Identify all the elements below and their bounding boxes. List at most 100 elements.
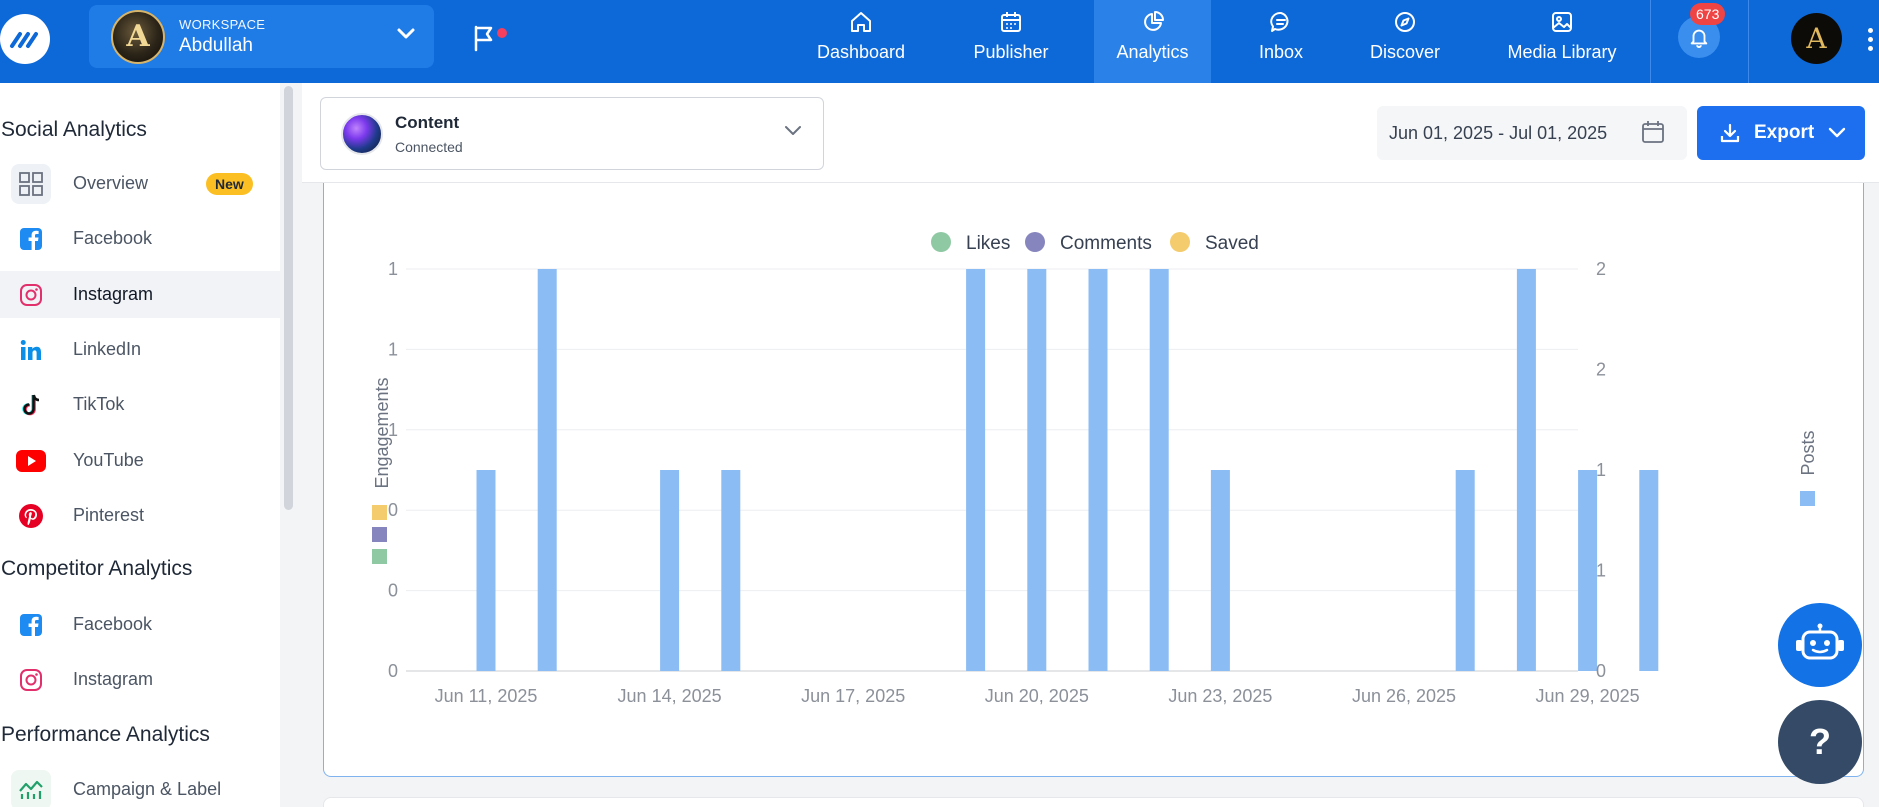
- sidebar-heading-performance: Performance Analytics: [1, 723, 210, 746]
- legend-swatch-likes: [931, 232, 951, 252]
- y-left-swatch-comments: [372, 527, 387, 542]
- pinterest-icon: [11, 496, 51, 536]
- chat-icon: [1270, 11, 1289, 32]
- y-left-swatch-saved: [372, 505, 387, 520]
- sidebar-item-label: Facebook: [73, 614, 153, 634]
- sidebar-item-campaign-label[interactable]: Campaign & Label: [0, 766, 280, 807]
- export-button[interactable]: Export: [1697, 106, 1865, 160]
- sidebar-item-overview[interactable]: Overview New: [0, 160, 280, 207]
- posts-bar[interactable]: [1027, 269, 1047, 671]
- posts-bar[interactable]: [537, 269, 557, 671]
- sidebar-item-label: Instagram: [73, 284, 154, 304]
- sidebar-item-label: YouTube: [73, 450, 144, 470]
- y-left-tick-label: 1: [388, 420, 398, 440]
- nav-label: Dashboard: [816, 42, 906, 62]
- sidebar-item-label: LinkedIn: [73, 339, 142, 359]
- posts-bar[interactable]: [1516, 269, 1536, 671]
- nav-analytics[interactable]: Analytics: [1094, 0, 1211, 83]
- app-logo[interactable]: [0, 14, 50, 64]
- flag-icon[interactable]: [472, 24, 496, 52]
- nav-label: Discover: [1369, 42, 1440, 62]
- content-account-select[interactable]: Content Connected: [320, 97, 824, 170]
- next-card-edge: [323, 797, 1864, 807]
- user-avatar[interactable]: A: [1791, 13, 1842, 64]
- new-badge: New: [206, 172, 253, 195]
- nav-dashboard[interactable]: Dashboard: [808, 0, 914, 83]
- y-left-tick-label: 1: [388, 259, 398, 279]
- y-right-tick-label: 1: [1596, 561, 1606, 581]
- sidebar-item-label: Campaign & Label: [73, 779, 222, 799]
- chevron-down-icon: [1828, 127, 1846, 138]
- posts-bar[interactable]: [1210, 470, 1230, 671]
- posts-bar[interactable]: [721, 470, 741, 671]
- sidebar-item-label: Facebook: [73, 228, 153, 248]
- sidebar-item-youtube[interactable]: YouTube: [0, 437, 280, 484]
- more-menu-icon[interactable]: [1868, 28, 1874, 55]
- legend-label: Comments: [1060, 233, 1152, 254]
- download-icon: [1720, 123, 1740, 143]
- help-button[interactable]: ?: [1778, 700, 1862, 784]
- posts-bar[interactable]: [1088, 269, 1108, 671]
- tiktok-icon: [11, 385, 51, 425]
- sidebar-item-tiktok[interactable]: TikTok: [0, 381, 280, 428]
- sidebar-item-facebook[interactable]: Facebook: [0, 215, 280, 262]
- image-icon: [1552, 12, 1572, 32]
- posts-bar[interactable]: [1578, 470, 1598, 671]
- y-left-tick-label: 1: [388, 339, 398, 359]
- y-right-tick-label: 0: [1596, 661, 1606, 681]
- sidebar-item-label: Overview: [73, 173, 149, 193]
- sidebar-item-linkedin[interactable]: LinkedIn: [0, 326, 280, 373]
- posts-bar[interactable]: [660, 470, 680, 671]
- x-tick-label: Jun 11, 2025: [435, 686, 538, 706]
- sidebar-item-label: Instagram: [73, 669, 154, 689]
- legend-label: Saved: [1205, 233, 1259, 254]
- chart-card: Likes Comments Saved Engagements Posts 0…: [323, 183, 1864, 777]
- instagram-icon: [11, 275, 51, 315]
- y-left-tick-label: 0: [388, 661, 398, 681]
- posts-bar[interactable]: [1149, 269, 1169, 671]
- sidebar-item-competitor-facebook[interactable]: Facebook: [0, 601, 280, 648]
- y-right-tick-label: 1: [1596, 460, 1606, 480]
- nav-label: Publisher: [973, 42, 1049, 62]
- notification-count-badge: 673: [1690, 3, 1726, 25]
- workspace-label: WORKSPACE: [179, 16, 266, 32]
- compass-icon: [1395, 12, 1415, 32]
- calendar-icon: [1642, 121, 1664, 143]
- ai-assistant-button[interactable]: [1778, 603, 1862, 687]
- robot-icon: [1796, 623, 1844, 660]
- nav-inbox[interactable]: Inbox: [1240, 0, 1322, 83]
- sidebar: Social Analytics Overview New Facebook I…: [0, 83, 280, 807]
- x-tick-label: Jun 26, 2025: [1352, 686, 1456, 706]
- nav-label: Media Library: [1507, 42, 1617, 62]
- posts-bar[interactable]: [1455, 470, 1475, 671]
- chart-legend: Likes Comments Saved: [931, 232, 1259, 254]
- flag-notification-dot: [497, 28, 507, 38]
- y-left-swatch-likes: [372, 549, 387, 564]
- posts-bar[interactable]: [476, 470, 496, 671]
- sidebar-item-label: TikTok: [73, 394, 125, 414]
- nav-discover[interactable]: Discover: [1360, 0, 1450, 83]
- nav-divider: [1748, 0, 1749, 83]
- nav-media-library[interactable]: Media Library: [1502, 0, 1622, 83]
- chevron-down-icon: [397, 28, 415, 39]
- sidebar-item-instagram[interactable]: Instagram: [0, 271, 280, 318]
- legend-label: Likes: [966, 233, 1010, 254]
- sidebar-scrollbar[interactable]: [284, 86, 293, 510]
- legend-item-comments[interactable]: Comments: [1025, 232, 1152, 254]
- sidebar-item-competitor-instagram[interactable]: Instagram: [0, 656, 280, 703]
- youtube-icon: [11, 441, 51, 481]
- account-status: Connected: [395, 138, 463, 155]
- workspace-name: Abdullah: [179, 34, 253, 56]
- line-chart-icon: [11, 769, 51, 807]
- sidebar-item-pinterest[interactable]: Pinterest: [0, 492, 280, 539]
- legend-item-saved[interactable]: Saved: [1170, 232, 1259, 254]
- export-label: Export: [1754, 122, 1815, 143]
- workspace-switcher[interactable]: A WORKSPACE Abdullah: [89, 5, 434, 68]
- legend-item-likes[interactable]: Likes: [931, 232, 1010, 254]
- posts-bar[interactable]: [966, 269, 986, 671]
- nav-publisher[interactable]: Publisher: [960, 0, 1062, 83]
- posts-bar[interactable]: [1639, 470, 1659, 671]
- date-range-picker[interactable]: Jun 01, 2025 - Jul 01, 2025: [1377, 106, 1687, 160]
- y-right-swatch-posts: [1800, 491, 1815, 506]
- top-navbar: A WORKSPACE Abdullah Dashboard Publisher: [0, 0, 1879, 83]
